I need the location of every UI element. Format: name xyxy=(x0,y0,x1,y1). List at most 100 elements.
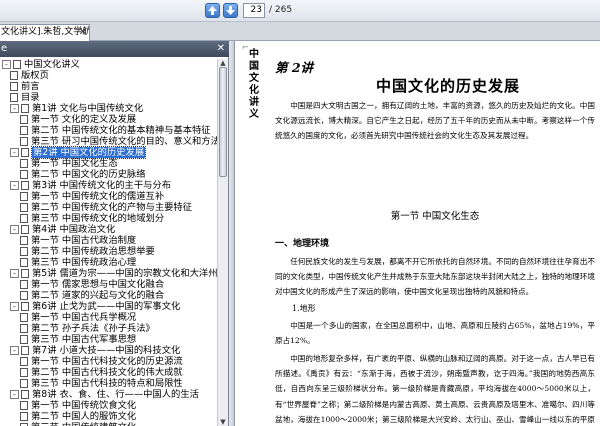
bookmark-label: 第一节 中国古代科技文化的历史源流 xyxy=(31,356,183,367)
bookmark-page-icon xyxy=(20,324,28,333)
page-number-input[interactable]: 23 xyxy=(243,3,265,18)
bookmark-label: 第二节 中国古代科技文化的伟大成就 xyxy=(31,367,183,378)
tab-document[interactable]: 文化讲义].朱哲,文学航 ✕ xyxy=(0,24,90,41)
bookmark-page-icon xyxy=(20,192,28,201)
bookmark-page-icon xyxy=(21,148,29,157)
bookmark-label: 第三节 研习中国传统文化的目的、意义和方法 xyxy=(31,136,217,147)
bookmark-label: 第二节 孙子兵法《孙子兵法》 xyxy=(31,323,155,334)
scroll-down-icon[interactable]: ▼ xyxy=(218,418,228,426)
bookmarks-panel: e ✕ - 中国文化讲义 版权页 前言 目录 - 第1讲 文化与中国传统文化 第一节 文化的定… xyxy=(0,41,229,426)
close-panel-icon[interactable]: ✕ xyxy=(217,41,225,57)
bookmark-label: 第二节 中国传统文化的产物与主要特征 xyxy=(31,202,193,213)
close-tab-icon[interactable]: ✕ xyxy=(79,25,87,40)
bookmark-label: 第5讲 儒道为宗——中国的宗教文化和大洋州 xyxy=(32,268,217,279)
intro-paragraph: 中国是四大文明古国之一，拥有辽阔的土地，丰富的资源，悠久的历史及灿烂的文化。中国… xyxy=(275,101,595,141)
bookmark-page-icon xyxy=(20,159,28,168)
tree-expander-icon[interactable]: - xyxy=(10,390,19,399)
bookmark-page-icon xyxy=(20,115,28,124)
bookmark-label: 目录 xyxy=(21,92,40,103)
bookmark-label: 第一节 中国传统饮食文化 xyxy=(31,400,137,411)
bookmark-page-icon xyxy=(20,335,28,344)
bookmark-page-icon xyxy=(21,181,29,190)
tree-expander-icon[interactable]: - xyxy=(10,148,19,157)
tab-title: 文化讲义].朱哲,文学航 xyxy=(1,27,90,37)
bookmark-label: 第3讲 中国传统文化的主干与分布 xyxy=(32,180,172,191)
tree-expander-icon[interactable]: - xyxy=(2,60,11,69)
bookmark-page-icon xyxy=(20,313,28,322)
bookmark-label: 第三节 中国传统建筑文化 xyxy=(31,422,136,426)
bookmark-page-icon xyxy=(20,214,28,223)
page-total: / 265 xyxy=(269,5,293,15)
subheading: 一、地理环境 xyxy=(275,239,330,249)
tree-expander-icon[interactable]: - xyxy=(10,104,19,113)
bookmark-page-icon xyxy=(21,390,29,399)
toolbar: 23 / 265 xyxy=(0,0,600,22)
section-title: 第一节 中国文化生态 xyxy=(390,211,480,222)
bookmark-page-icon xyxy=(20,258,28,267)
prev-page-button[interactable] xyxy=(205,3,220,18)
bookmark-page-icon xyxy=(10,82,18,91)
bookmarks-panel-title: e xyxy=(1,43,8,54)
next-page-button[interactable] xyxy=(223,3,238,18)
tree-expander-icon[interactable]: - xyxy=(10,302,19,311)
tree-expander-icon[interactable]: - xyxy=(10,225,19,234)
bookmark-label: 第4讲 中国政治文化 xyxy=(32,224,116,235)
scroll-up-icon[interactable]: ▲ xyxy=(218,59,228,67)
bookmark-page-icon xyxy=(20,236,28,245)
bookmark-page-icon xyxy=(20,247,28,256)
arrow-down-icon xyxy=(226,6,235,15)
bookmark-label: 第二节 中国传统政治思想举要 xyxy=(31,246,155,257)
bookmark-page-icon xyxy=(20,401,28,410)
chapter-title: 中国文化的历史发展 xyxy=(375,77,520,95)
tree-expander-icon[interactable]: - xyxy=(10,346,19,355)
bookmark-label: 第二节 中国传统文化的基本精神与基本特征 xyxy=(31,125,211,136)
bookmark-label: 第一节 儒家思想与中国文化融合 xyxy=(31,279,165,290)
paragraph-terrain: 中国是一个多山的国家，在全国总面积中，山地、高原和丘陵约占65%，盆地占19%，… xyxy=(275,321,595,346)
bookmark-label: 第一节 文化的定义及发展 xyxy=(31,114,137,125)
sub-subheading: 1.地形 xyxy=(292,304,316,313)
bookmark-page-icon xyxy=(20,203,28,212)
tab-bar: 文化讲义].朱哲,文学航 ✕ xyxy=(0,22,600,41)
bookmark-page-icon xyxy=(20,412,28,421)
bookmark-page-icon xyxy=(21,302,29,311)
arrow-up-icon xyxy=(208,6,217,15)
vertical-scrollbar[interactable]: ▲ ▼ xyxy=(217,59,228,426)
bookmark-page-icon xyxy=(21,346,29,355)
bookmark-label: 版权页 xyxy=(21,70,49,81)
bookmark-label: 第二节 中国文化的历史脉络 xyxy=(31,169,146,180)
bookmark-label: 第8讲 衣、食、住、行——中国人的生活 xyxy=(32,389,199,400)
bookmark-label: 第7讲 小道大技——中国的科技文化 xyxy=(32,345,181,356)
tree-expander-icon[interactable]: - xyxy=(10,181,19,190)
bookmark-label: 第二节 道家的兴起与文化的融合 xyxy=(31,290,165,301)
bookmark-page-icon xyxy=(10,93,18,102)
bookmark-page-icon xyxy=(10,71,18,80)
bookmark-label: 第2讲 中国文化的历史发展 xyxy=(30,146,147,159)
bookmark-label: 第一节 中国传统文化的儒道互补 xyxy=(31,191,165,202)
bookmark-page-icon xyxy=(20,379,28,388)
bookmark-label: 第三节 中国传统政治心理 xyxy=(31,257,137,268)
document-page: ⌐ 中国文化讲义 第 2讲 中国文化的历史发展 中国是四大文明古国之一，拥有辽阔… xyxy=(235,41,600,426)
bookmark-page-icon xyxy=(21,269,29,278)
bookmark-page-icon xyxy=(20,357,28,366)
bookmark-label: 第1讲 文化与中国传统文化 xyxy=(32,103,144,114)
bookmark-page-icon xyxy=(13,60,21,69)
scrollbar-thumb[interactable] xyxy=(219,67,227,177)
bookmark-page-icon xyxy=(20,291,28,300)
bookmarks-panel-header: e ✕ xyxy=(0,41,229,57)
vertical-book-title: 中国文化讲义 xyxy=(249,49,259,120)
bookmark-label: 第三节 中国古代军事思想 xyxy=(31,334,137,345)
bookmark-page-icon xyxy=(20,137,28,146)
bookmark-label: 第三节 中国古代科技的特点和局限性 xyxy=(31,378,183,389)
bookmark-label: 中国文化讲义 xyxy=(24,59,80,70)
bookmark-tree: - 中国文化讲义 版权页 前言 目录 - 第1讲 文化与中国传统文化 第一节 文化的定义及发展… xyxy=(0,59,217,426)
bookmark-page-icon xyxy=(20,368,28,377)
paragraph-environment: 任何民族文化的发生与发展，都离不开它所依托的自然环境。不同的自然环境往往孕育出不… xyxy=(275,257,595,297)
bookmark-label: 第三节 中国传统文化的地域划分 xyxy=(31,213,165,224)
tree-expander-icon[interactable]: - xyxy=(10,269,19,278)
bookmark-label: 第6讲 止戈为武——中国的军事文化 xyxy=(32,301,181,312)
bookmark-label: 第一节 中国文化生态 xyxy=(31,158,118,169)
bookmark-page-icon xyxy=(20,280,28,289)
bookmark-page-icon xyxy=(21,104,29,113)
bookmark-page-icon xyxy=(20,170,28,179)
bookmark-label: 第一节 中国古代兵学概况 xyxy=(31,312,137,323)
